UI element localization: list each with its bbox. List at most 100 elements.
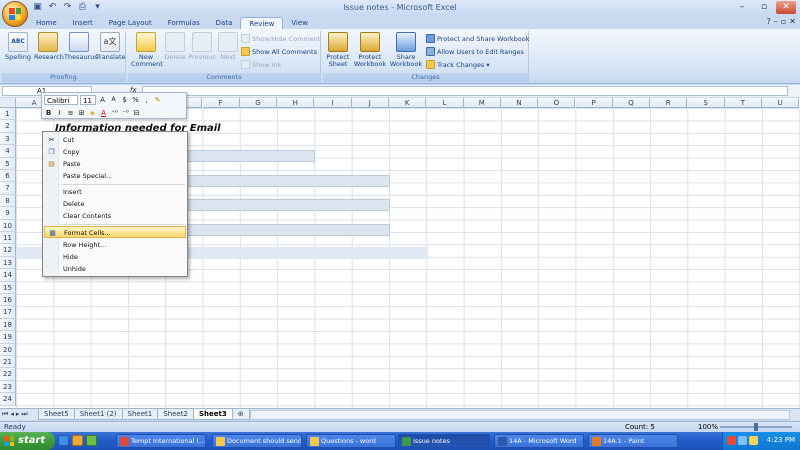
- column-header-t[interactable]: T: [724, 98, 762, 108]
- row-header-23[interactable]: 23: [0, 380, 16, 394]
- prev-sheet-icon[interactable]: ◂: [10, 410, 14, 419]
- row-header-9[interactable]: 9: [0, 207, 16, 220]
- row-header-17[interactable]: 17: [0, 306, 16, 319]
- column-header-i[interactable]: I: [314, 98, 352, 108]
- row-header-3[interactable]: 3: [0, 132, 16, 146]
- grow-font-icon[interactable]: A: [98, 95, 107, 105]
- increase-decimal-icon[interactable]: ⁺⁰: [110, 108, 119, 118]
- minimize-button[interactable]: –: [732, 1, 752, 14]
- select-all-button[interactable]: [0, 98, 16, 108]
- row-header-8[interactable]: 8: [0, 194, 16, 208]
- column-header-r[interactable]: R: [650, 98, 688, 108]
- shrink-font-icon[interactable]: A: [109, 95, 118, 105]
- row-header-24[interactable]: 24: [0, 393, 16, 406]
- tab-insert[interactable]: Insert: [65, 17, 101, 29]
- taskbar-item-issue-notes[interactable]: Issue notes: [398, 434, 490, 448]
- desktop-icon[interactable]: [86, 435, 97, 446]
- column-header-n[interactable]: N: [500, 98, 539, 108]
- volume-icon[interactable]: [749, 436, 758, 445]
- row-header-14[interactable]: 14: [0, 269, 16, 282]
- workbook-minimize-icon[interactable]: –: [774, 17, 778, 26]
- decrease-decimal-icon[interactable]: ⁻⁰: [121, 108, 130, 118]
- tab-review[interactable]: Review: [240, 17, 284, 29]
- zoom-slider[interactable]: [720, 423, 792, 431]
- workbook-restore-icon[interactable]: ▫: [781, 17, 786, 26]
- menu-item-copy[interactable]: ❐ Copy: [44, 146, 186, 158]
- workbook-close-icon[interactable]: ✕: [789, 17, 796, 26]
- menu-item-unhide[interactable]: Unhide: [44, 263, 186, 275]
- thesaurus-button[interactable]: Thesaurus: [64, 32, 98, 61]
- allow-users-edit-ranges-button[interactable]: Allow Users to Edit Ranges: [426, 47, 524, 56]
- row-header-18[interactable]: 18: [0, 318, 16, 332]
- sheet-tab-sheet1[interactable]: Sheet1: [121, 409, 159, 420]
- tab-page-layout[interactable]: Page Layout: [101, 17, 160, 29]
- zoom-level[interactable]: 100%: [698, 423, 718, 431]
- insert-sheet-icon[interactable]: ⊕: [231, 409, 250, 420]
- close-button[interactable]: ✕: [776, 1, 796, 14]
- format-painter-icon[interactable]: ✎: [153, 95, 162, 105]
- next-comment-button[interactable]: Next: [217, 32, 239, 61]
- column-header-q[interactable]: Q: [612, 98, 651, 108]
- taskbar-item-document[interactable]: Document should send: [212, 434, 302, 448]
- row-header-22[interactable]: 22: [0, 368, 16, 381]
- row-header-13[interactable]: 13: [0, 256, 16, 270]
- filled-cell-range-row-4[interactable]: [180, 150, 315, 162]
- row-header-10[interactable]: 10: [0, 219, 16, 232]
- tab-data[interactable]: Data: [208, 17, 241, 29]
- row-header-5[interactable]: 5: [0, 157, 16, 170]
- menu-item-delete[interactable]: Delete: [44, 198, 186, 210]
- row-header-11[interactable]: 11: [0, 232, 16, 245]
- percent-format-icon[interactable]: %: [131, 95, 140, 105]
- show-hide-comment-button[interactable]: Show/Hide Comment: [241, 34, 320, 43]
- column-header-m[interactable]: M: [463, 98, 501, 108]
- help-icon[interactable]: ?: [767, 17, 771, 26]
- sheet-tab-sheet2[interactable]: Sheet2: [157, 409, 194, 420]
- currency-format-icon[interactable]: $: [120, 95, 129, 105]
- network-icon[interactable]: [738, 436, 747, 445]
- italic-icon[interactable]: I: [55, 108, 64, 118]
- row-header-15[interactable]: 15: [0, 281, 16, 294]
- font-color-icon[interactable]: A: [99, 108, 108, 118]
- row-header-2[interactable]: 2: [0, 120, 16, 133]
- filled-cell-range-row-10[interactable]: [180, 224, 390, 236]
- bold-icon[interactable]: B: [44, 108, 53, 118]
- previous-comment-button[interactable]: Previous: [188, 32, 216, 61]
- column-header-p[interactable]: P: [575, 98, 613, 108]
- formula-input[interactable]: [142, 86, 788, 96]
- center-align-icon[interactable]: ≡: [66, 108, 75, 118]
- fill-color-icon[interactable]: ◈: [88, 108, 97, 118]
- track-changes-button[interactable]: Track Changes ▾: [426, 60, 490, 69]
- menu-item-hide[interactable]: Hide: [44, 251, 186, 263]
- row-header-16[interactable]: 16: [0, 294, 16, 307]
- taskbar-item-tempt[interactable]: Tempt International (...: [116, 434, 206, 448]
- borders-icon[interactable]: ⊞: [77, 108, 86, 118]
- taskbar-item-14a-paint[interactable]: 14A.1 - Paint: [588, 434, 678, 448]
- menu-item-cut[interactable]: ✂ Cut: [44, 134, 186, 146]
- font-name-field[interactable]: Calibri: [44, 95, 78, 105]
- zoom-slider-thumb[interactable]: [754, 423, 758, 431]
- research-button[interactable]: Research: [34, 32, 64, 61]
- column-header-o[interactable]: O: [538, 98, 576, 108]
- column-header-g[interactable]: G: [239, 98, 278, 108]
- row-header-1[interactable]: 1: [0, 108, 16, 121]
- column-header-l[interactable]: L: [426, 98, 464, 108]
- column-header-h[interactable]: H: [277, 98, 315, 108]
- horizontal-scrollbar[interactable]: [250, 410, 790, 420]
- spelling-button[interactable]: ABC Spelling: [4, 32, 32, 61]
- sheet-tab-sheet5[interactable]: Sheet5: [38, 409, 75, 420]
- filled-cell-range-row-6[interactable]: [180, 175, 390, 187]
- comma-style-icon[interactable]: ,: [142, 95, 151, 105]
- column-header-k[interactable]: K: [389, 98, 427, 108]
- menu-item-format-cells[interactable]: ▦ Format Cells...: [44, 226, 186, 238]
- show-ink-button[interactable]: Show Ink: [241, 60, 281, 69]
- tab-home[interactable]: Home: [28, 17, 65, 29]
- font-size-field[interactable]: 11: [80, 95, 96, 105]
- protect-sheet-button[interactable]: Protect Sheet: [325, 32, 351, 68]
- row-header-4[interactable]: 4: [0, 145, 16, 158]
- taskbar-item-questions[interactable]: Questions - word: [306, 434, 396, 448]
- menu-item-paste[interactable]: ▤ Paste: [44, 158, 186, 170]
- column-header-s[interactable]: S: [687, 98, 725, 108]
- translate-button[interactable]: a文 Translate: [96, 32, 126, 61]
- row-header-19[interactable]: 19: [0, 331, 16, 344]
- tab-view[interactable]: View: [283, 17, 316, 29]
